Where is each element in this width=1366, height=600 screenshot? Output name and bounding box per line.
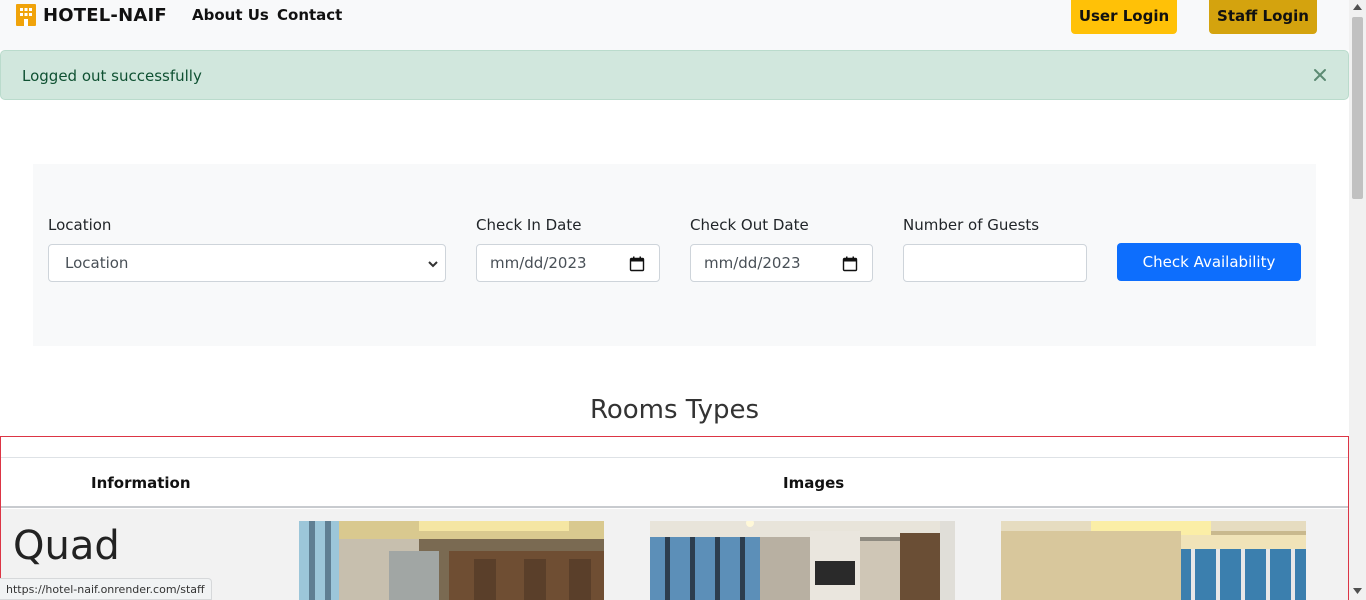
location-select[interactable]: Location xyxy=(48,244,446,282)
link-hover-status-url: https://hotel-naif.onrender.com/staff xyxy=(0,578,212,600)
alert-message: Logged out successfully xyxy=(22,67,202,85)
check-out-label: Check Out Date xyxy=(690,216,809,234)
room-type-name: Quad xyxy=(13,523,120,569)
hotel-building-icon xyxy=(16,4,36,26)
check-availability-button[interactable]: Check Availability xyxy=(1117,243,1301,281)
availability-search-panel: Location Location Check In Date mm/dd/20… xyxy=(33,164,1316,346)
guests-label: Number of Guests xyxy=(903,216,1040,234)
success-alert: Logged out successfully xyxy=(0,50,1349,100)
check-in-value: mm/dd/2023 xyxy=(490,254,587,272)
table-header-row: Information Images xyxy=(1,457,1348,508)
scroll-down-arrow-icon[interactable] xyxy=(1353,588,1362,594)
brand[interactable]: HOTEL-NAIF xyxy=(16,4,167,26)
column-header-images: Images xyxy=(783,474,845,492)
nav-link-contact[interactable]: Contact xyxy=(277,6,342,24)
column-header-information: Information xyxy=(91,474,191,492)
location-selected-value: Location xyxy=(65,254,129,272)
number-of-guests-input[interactable] xyxy=(903,244,1087,282)
staff-login-button[interactable]: Staff Login xyxy=(1209,0,1317,34)
check-out-date-input[interactable]: mm/dd/2023 xyxy=(690,244,873,282)
brand-name: HOTEL-NAIF xyxy=(43,4,167,26)
room-photo-1[interactable] xyxy=(299,521,604,600)
navbar: HOTEL-NAIF About Us Contact User Login S… xyxy=(0,0,1349,50)
room-photo-2[interactable] xyxy=(650,521,955,600)
nav-link-about-us[interactable]: About Us xyxy=(192,6,269,24)
scroll-up-arrow-icon[interactable] xyxy=(1353,4,1362,10)
calendar-icon[interactable] xyxy=(842,256,858,272)
user-login-button[interactable]: User Login xyxy=(1071,0,1177,34)
rooms-table: Information Images Quad xyxy=(0,436,1349,600)
calendar-icon[interactable] xyxy=(629,256,645,272)
room-photo-3[interactable] xyxy=(1001,521,1306,600)
check-in-label: Check In Date xyxy=(476,216,582,234)
rooms-types-heading: Rooms Types xyxy=(589,395,760,425)
check-out-value: mm/dd/2023 xyxy=(704,254,801,272)
vertical-scrollbar[interactable] xyxy=(1349,0,1366,600)
chevron-down-icon xyxy=(428,261,438,268)
close-icon[interactable] xyxy=(1312,67,1328,83)
location-label: Location xyxy=(48,216,112,234)
check-in-date-input[interactable]: mm/dd/2023 xyxy=(476,244,660,282)
scrollbar-thumb[interactable] xyxy=(1352,17,1363,199)
